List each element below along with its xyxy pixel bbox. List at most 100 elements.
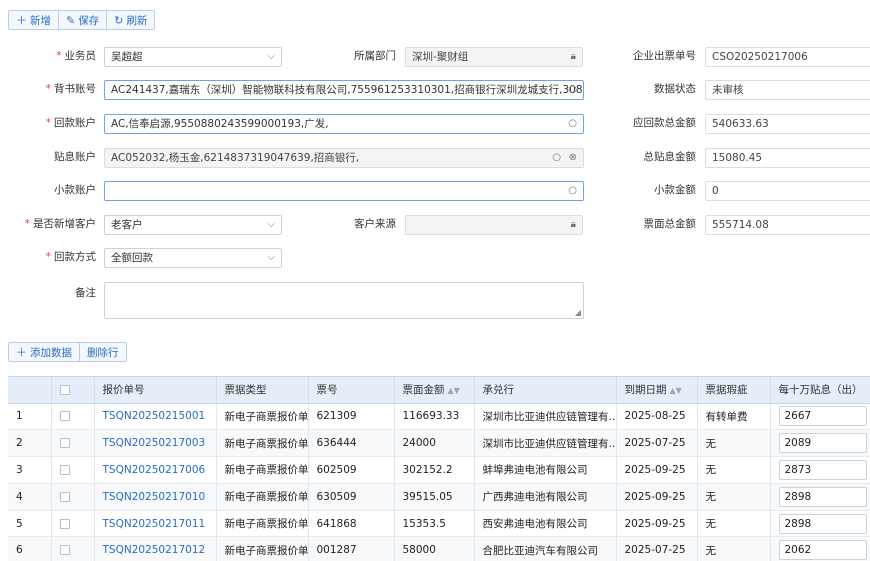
search-icon[interactable]: ○ xyxy=(568,81,577,99)
resize-grip-icon[interactable]: ◢ xyxy=(575,308,581,317)
column-face-amount[interactable]: 票面金额 ▲▼ xyxy=(394,377,475,404)
sort-icon[interactable]: ▲▼ xyxy=(448,386,460,395)
row-number-cell-td: 5 xyxy=(8,510,52,538)
column-bill-type[interactable]: 票据类型 xyxy=(216,377,309,404)
quote-no-link-td[interactable]: TSQN20250217012 xyxy=(94,536,217,561)
interest-input[interactable]: 2898 xyxy=(778,486,867,507)
payback-method-select[interactable]: 全额回款 ⌵ xyxy=(104,248,282,268)
interest-input[interactable]: 2089 xyxy=(778,433,867,454)
row-checkbox[interactable] xyxy=(59,464,70,475)
face-amount-cell-td: 116693.33 xyxy=(394,403,475,431)
quote-no-link[interactable]: TSQN20250215001 xyxy=(103,410,206,422)
quote-no-link[interactable]: TSQN20250217011 xyxy=(103,518,206,530)
row-checkbox[interactable] xyxy=(59,491,70,502)
face-amount-cell-td: 15353.5 xyxy=(394,510,475,538)
row-checkbox[interactable] xyxy=(59,411,70,422)
bill-defect-cell: 无 xyxy=(705,518,717,531)
interest-input[interactable]: 2667 xyxy=(778,406,867,427)
column-bill-defect[interactable]: 票据瑕疵 xyxy=(697,377,771,404)
clear-icon[interactable]: ⊗ xyxy=(569,149,577,167)
column-quote-no[interactable]: 报价单号 xyxy=(94,377,217,404)
face-amount-cell: 39515.05 xyxy=(402,490,453,503)
row-number-cell: 3 xyxy=(16,463,23,476)
face-total-field: 555714.08 xyxy=(705,215,870,235)
bill-no-cell-td: 636444 xyxy=(308,429,395,458)
discount-account-input[interactable]: AC052032,杨玉金,6214837319047639,招商银行, ○ ⊗ xyxy=(104,148,584,168)
discount-total-label: 总贴息金额 xyxy=(643,151,697,163)
search-icon[interactable]: ○ xyxy=(552,149,561,167)
interest-input-td[interactable]: 2062 xyxy=(770,536,870,561)
column-due-date[interactable]: 到期日期 ▲▼ xyxy=(616,377,698,404)
chevron-down-icon: ⌵ xyxy=(267,252,275,263)
table-row[interactable]: 4 TSQN20250217010 新电子商票报价单 630509 39515.05 广西… xyxy=(8,483,870,511)
salesman-select[interactable]: 吴超超 ⌵ xyxy=(104,47,282,67)
column-acceptor[interactable]: 承兑行 xyxy=(474,377,617,404)
add-button[interactable]: ＋新增 xyxy=(9,11,59,29)
column-interest-per-100k[interactable]: 每十万贴息（出） xyxy=(770,377,870,404)
table-row[interactable]: 5 TSQN20250217011 新电子商票报价单 641868 15353.5 西安弗… xyxy=(8,510,870,538)
row-checkbox-td[interactable] xyxy=(51,403,95,431)
interest-input-td[interactable]: 2898 xyxy=(770,483,870,511)
refresh-button[interactable]: ↻ 刷新 xyxy=(107,11,154,29)
remark-textarea[interactable]: ◢ xyxy=(104,282,584,319)
new-customer-label: * 是否新增客户 xyxy=(24,218,96,230)
receivable-total-label: 应回款总金额 xyxy=(633,117,696,129)
payback-account-input[interactable]: AC,信奉启源,9550880243599000193,广发, ○ xyxy=(104,114,584,134)
row-checkbox[interactable] xyxy=(59,438,70,449)
interest-input[interactable]: 2873 xyxy=(778,459,867,480)
quote-no-link[interactable]: TSQN20250217010 xyxy=(103,491,206,503)
interest-input-td[interactable]: 2089 xyxy=(770,429,870,458)
row-number-cell: 1 xyxy=(16,410,23,423)
bill-defect-cell: 有转单费 xyxy=(705,410,748,423)
table-row[interactable]: 3 TSQN20250217006 新电子商票报价单 602509 302152.2 蚌埠… xyxy=(8,456,870,484)
table-row[interactable]: 6 TSQN20250217012 新电子商票报价单 001287 58000 合肥比亚迪… xyxy=(8,536,870,561)
bill-no-cell: 602509 xyxy=(316,463,357,476)
bill-no-cell: 636444 xyxy=(316,437,357,450)
bill-no-cell-td: 641868 xyxy=(308,510,395,538)
quote-no-link-td[interactable]: TSQN20250215001 xyxy=(94,403,217,431)
row-checkbox-td[interactable] xyxy=(51,429,95,458)
small-account-input[interactable]: ○ xyxy=(104,181,584,201)
endorse-account-input[interactable]: AC241437,嘉瑞东（深圳）智能物联科技有限公司,7559612533103… xyxy=(104,80,584,100)
interest-input-td[interactable]: 2667 xyxy=(770,403,870,431)
interest-input[interactable]: 2898 xyxy=(778,513,867,534)
search-icon[interactable]: ○ xyxy=(568,115,577,133)
table-row[interactable]: 1 TSQN20250215001 新电子商票报价单 621309 116693.33 深… xyxy=(8,403,870,431)
row-checkbox-td[interactable] xyxy=(51,510,95,538)
quote-no-link[interactable]: TSQN20250217006 xyxy=(103,464,206,476)
quote-no-link-td[interactable]: TSQN20250217003 xyxy=(94,429,217,458)
interest-input-td[interactable]: 2873 xyxy=(770,456,870,484)
quote-no-link-td[interactable]: TSQN20250217011 xyxy=(94,510,217,538)
chevron-down-icon: ⌵ xyxy=(267,219,275,230)
row-checkbox-td[interactable] xyxy=(51,483,95,511)
select-all-header[interactable] xyxy=(51,377,95,404)
row-checkbox[interactable] xyxy=(59,518,70,529)
add-row-button[interactable]: ＋添加数据 xyxy=(9,343,80,361)
plus-icon: ＋ xyxy=(16,345,27,359)
table-row[interactable]: 2 TSQN20250217003 新电子商票报价单 636444 24000 深圳市比亚… xyxy=(8,429,870,458)
sort-icon[interactable]: ▲▼ xyxy=(670,386,682,395)
search-icon[interactable]: ○ xyxy=(568,182,577,200)
main-toolbar: ＋新增 ✎ 保存 ↻ 刷新 xyxy=(8,10,156,30)
bill-defect-cell-td: 有转单费 xyxy=(697,403,771,431)
bill-no-cell-td: 630509 xyxy=(308,483,395,511)
face-total-label: 票面总金额 xyxy=(643,218,697,230)
quote-no-link[interactable]: TSQN20250217003 xyxy=(103,437,206,449)
row-checkbox-td[interactable] xyxy=(51,456,95,484)
interest-input-td[interactable]: 2898 xyxy=(770,510,870,538)
new-customer-select[interactable]: 老客户 ⌵ xyxy=(104,215,282,235)
column-bill-no[interactable]: 票号 xyxy=(308,377,395,404)
quote-no-link-td[interactable]: TSQN20250217010 xyxy=(94,483,217,511)
quote-no-link-td[interactable]: TSQN20250217006 xyxy=(94,456,217,484)
save-button[interactable]: ✎ 保存 xyxy=(59,11,108,29)
quote-no-link[interactable]: TSQN20250217012 xyxy=(103,544,206,556)
row-checkbox[interactable] xyxy=(59,545,70,556)
detail-toolbar: ＋添加数据 删除行 xyxy=(8,342,127,362)
interest-input[interactable]: 2062 xyxy=(778,540,867,561)
row-checkbox-td[interactable] xyxy=(51,536,95,561)
delete-row-button[interactable]: 删除行 xyxy=(80,343,126,361)
select-all-checkbox[interactable] xyxy=(59,384,70,395)
bill-no-cell: 630509 xyxy=(316,490,357,503)
acceptor-cell-td: 深圳市比亚迪供应链管理有... xyxy=(474,403,617,431)
bill-no-cell-td: 621309 xyxy=(308,403,395,431)
